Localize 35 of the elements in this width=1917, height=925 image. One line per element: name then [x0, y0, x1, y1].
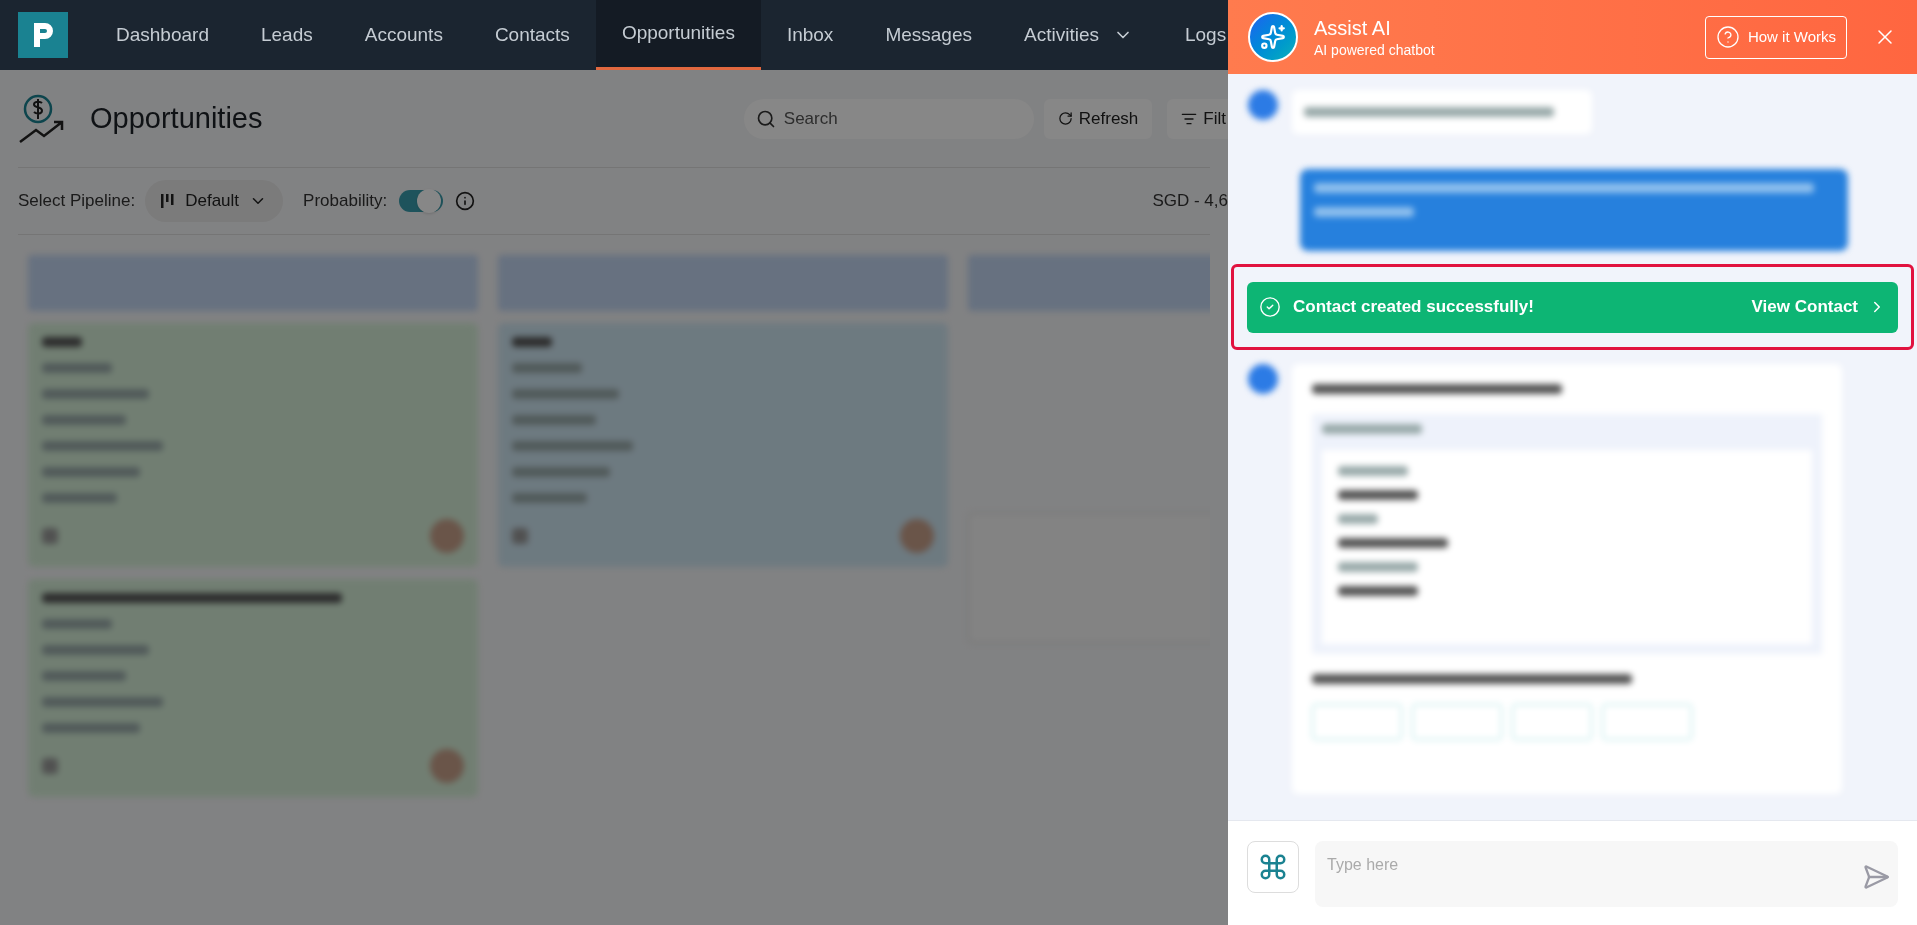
search-input[interactable]: Search — [783, 105, 984, 132]
info-icon — [455, 191, 476, 211]
command-icon — [1258, 852, 1288, 882]
assistant-title: Assist AI — [1314, 16, 1392, 41]
message-input[interactable]: Type here — [1327, 853, 1862, 877]
total-amount: SGD - 4,6 — [1152, 190, 1228, 213]
check-circle-icon — [1259, 296, 1281, 318]
command-button[interactable] — [1247, 841, 1299, 893]
probability-toggle[interactable] — [399, 190, 444, 212]
send-icon[interactable] — [1862, 863, 1890, 891]
probability-label: Probability: — [303, 190, 388, 213]
nav-tab[interactable]: Accounts — [338, 0, 469, 70]
nav-tab[interactable]: Leads — [234, 0, 339, 70]
filter-button[interactable]: Filt — [1167, 98, 1228, 139]
nav-tab[interactable]: Messages — [859, 0, 998, 70]
page-title: Opportunities — [90, 100, 263, 136]
nav-tab[interactable]: Inbox — [760, 0, 860, 70]
message-field[interactable]: Type here — [1315, 841, 1898, 907]
board-icon — [161, 193, 176, 209]
pipeline-dropdown[interactable]: Default — [145, 180, 284, 222]
help-icon — [1715, 25, 1740, 49]
pipeline-label: Select Pipeline: — [18, 190, 136, 213]
success-message: Contact created successfully! — [1293, 296, 1534, 319]
assistant-subtitle: AI powered chatbot — [1314, 41, 1435, 59]
sparkle-icon — [1260, 24, 1286, 50]
app-logo[interactable] — [18, 12, 68, 58]
search-field[interactable]: Search — [743, 98, 1034, 139]
nav-tab[interactable]: Opportunities — [595, 0, 761, 70]
nav-tab[interactable]: Dashboard — [90, 0, 235, 70]
nav-tab[interactable]: Contacts — [468, 0, 596, 70]
refresh-button[interactable]: Refresh — [1043, 98, 1153, 139]
nav-tab[interactable]: Activities — [998, 0, 1159, 70]
search-icon — [755, 108, 776, 129]
refresh-icon — [1057, 111, 1073, 126]
nav-tab[interactable]: Logs — [1158, 0, 1228, 70]
